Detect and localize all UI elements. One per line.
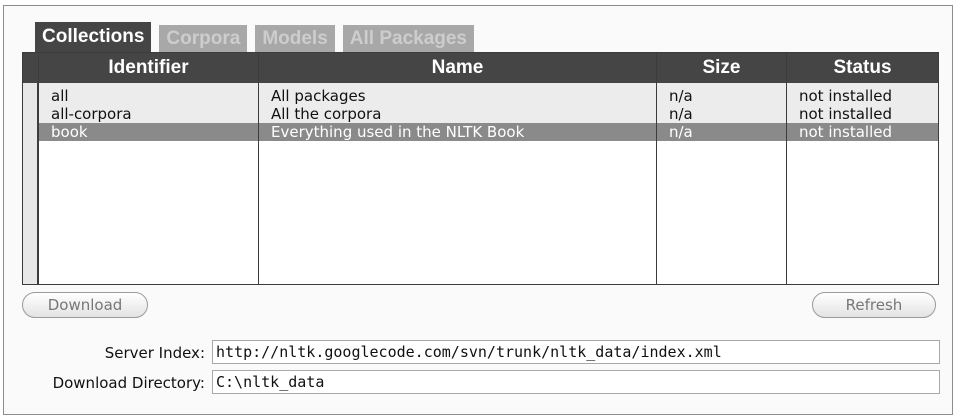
cell-size: n/a [669, 123, 693, 141]
packages-table: Identifier Name Size Status all All pack… [22, 52, 939, 285]
row-marker-column [23, 53, 39, 284]
cell-identifier: book [51, 123, 88, 141]
column-divider [786, 53, 787, 284]
tab-bar: Collections Corpora Models All Packages [35, 22, 482, 52]
cell-name: Everything used in the NLTK Book [271, 123, 525, 141]
cell-size: n/a [669, 87, 693, 105]
download-directory-field[interactable]: C:\nltk_data [212, 370, 940, 394]
header-status[interactable]: Status [787, 53, 938, 83]
cell-identifier: all-corpora [51, 105, 132, 123]
tab-models[interactable]: Models [255, 25, 335, 52]
download-button[interactable]: Download [22, 292, 148, 318]
cell-status: not installed [799, 87, 892, 105]
server-index-label: Server Index: [104, 344, 205, 362]
cell-identifier: all [51, 87, 69, 105]
table-row[interactable]: all All packages n/a not installed [39, 87, 938, 105]
cell-name: All the corpora [271, 105, 382, 123]
refresh-button[interactable]: Refresh [812, 292, 936, 318]
table-row[interactable]: all-corpora All the corpora n/a not inst… [39, 105, 938, 123]
tab-corpora[interactable]: Corpora [159, 25, 248, 52]
column-divider [656, 53, 657, 284]
header-identifier[interactable]: Identifier [39, 53, 258, 83]
column-divider [258, 53, 259, 284]
server-index-field[interactable]: http://nltk.googlecode.com/svn/trunk/nlt… [212, 340, 940, 364]
column-divider [38, 53, 39, 284]
download-directory-label: Download Directory: [52, 374, 205, 392]
tab-all-packages[interactable]: All Packages [342, 25, 475, 52]
header-size[interactable]: Size [657, 53, 786, 83]
cell-status: not installed [799, 123, 892, 141]
cell-status: not installed [799, 105, 892, 123]
table-row-selected[interactable]: book Everything used in the NLTK Book n/… [39, 123, 938, 141]
cell-name: All packages [271, 87, 366, 105]
header-name[interactable]: Name [259, 53, 656, 83]
tab-collections[interactable]: Collections [35, 22, 152, 52]
cell-size: n/a [669, 105, 693, 123]
table-header: Identifier Name Size Status [23, 53, 938, 83]
